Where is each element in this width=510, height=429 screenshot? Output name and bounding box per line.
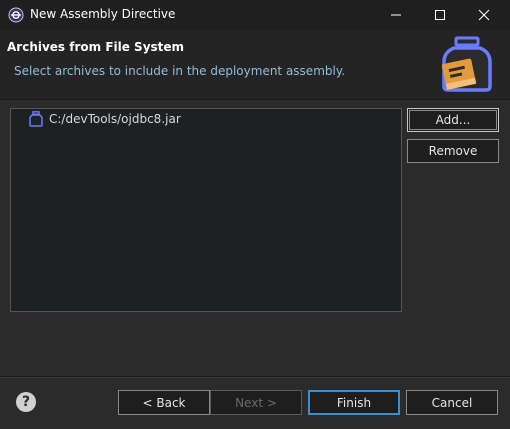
cancel-button[interactable]: Cancel bbox=[406, 390, 498, 415]
archive-list[interactable]: C:/devTools/ojdbc8.jar bbox=[10, 108, 402, 312]
close-button[interactable] bbox=[462, 0, 506, 30]
maximize-button[interactable] bbox=[418, 0, 462, 30]
minimize-button[interactable] bbox=[374, 0, 418, 30]
wizard-header: Archives from File System Select archive… bbox=[0, 30, 510, 100]
finish-button-label: Finish bbox=[336, 395, 372, 410]
jar-archive-banner-icon bbox=[441, 36, 492, 92]
back-button[interactable]: < Back bbox=[118, 390, 210, 415]
list-item-label: C:/devTools/ojdbc8.jar bbox=[49, 112, 181, 126]
add-button-label: Add... bbox=[435, 113, 471, 127]
back-button-label: < Back bbox=[142, 395, 186, 410]
remove-button[interactable]: Remove bbox=[407, 139, 499, 163]
finish-button[interactable]: Finish bbox=[308, 390, 400, 415]
close-icon bbox=[478, 9, 490, 21]
next-button-label: Next > bbox=[235, 395, 277, 410]
add-button[interactable]: Add... bbox=[407, 108, 499, 132]
minimize-icon bbox=[391, 14, 401, 16]
remove-button-label: Remove bbox=[428, 144, 478, 158]
app-icon bbox=[8, 7, 24, 23]
jar-icon bbox=[29, 111, 43, 127]
window-title: New Assembly Directive bbox=[30, 7, 176, 21]
help-icon: ? bbox=[21, 394, 31, 410]
footer-divider bbox=[0, 376, 510, 378]
title-bar: New Assembly Directive bbox=[0, 0, 510, 30]
maximize-icon bbox=[435, 10, 445, 20]
cancel-button-label: Cancel bbox=[431, 395, 473, 410]
page-title: Archives from File System bbox=[7, 40, 185, 54]
help-button[interactable]: ? bbox=[16, 392, 36, 412]
list-item[interactable]: C:/devTools/ojdbc8.jar bbox=[29, 110, 181, 128]
next-button[interactable]: Next > bbox=[210, 390, 302, 415]
page-description: Select archives to include in the deploy… bbox=[14, 64, 346, 78]
